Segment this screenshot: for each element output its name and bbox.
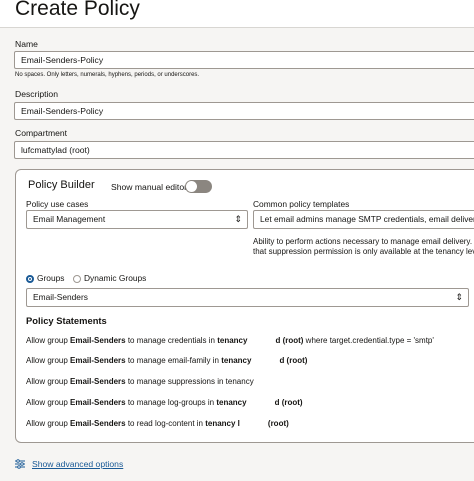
use-cases-label: Policy use cases <box>26 199 89 209</box>
compartment-label: Compartment <box>15 128 68 138</box>
up-down-chevron-icon: ⇕ <box>455 292 463 302</box>
policy-builder-title: Policy Builder <box>28 179 95 191</box>
name-input[interactable]: Email-Senders-Policy <box>14 51 474 69</box>
dynamic-groups-radio[interactable] <box>73 275 81 283</box>
description-label: Description <box>15 89 58 99</box>
advanced-options-label: Show advanced options <box>32 459 124 469</box>
page-title: Create Policy <box>15 0 140 20</box>
manual-editor-toggle[interactable] <box>185 180 212 193</box>
up-down-chevron-icon: ⇕ <box>234 214 242 224</box>
description-input[interactable]: Email-Senders-Policy <box>14 102 474 120</box>
manual-editor-label: Show manual editor <box>111 182 187 192</box>
group-select[interactable]: Email-Senders ⇕ <box>26 288 469 307</box>
templates-label: Common policy templates <box>253 199 350 209</box>
name-hint: No spaces. Only letters, numerals, hyphe… <box>15 72 200 78</box>
policy-statement: Allow group Email-Senders to manage log-… <box>26 398 303 407</box>
policy-statement: Allow group Email-Senders to manage emai… <box>26 356 308 365</box>
use-case-value: Email Management <box>33 214 106 224</box>
toggle-knob <box>186 181 197 192</box>
sliders-icon <box>15 459 25 469</box>
groups-radio[interactable] <box>26 275 34 283</box>
policy-statement: Allow group Email-Senders to manage cred… <box>26 336 434 345</box>
use-case-select[interactable]: Email Management ⇕ <box>26 210 248 229</box>
dynamic-groups-radio-label: Dynamic Groups <box>84 273 147 283</box>
groups-radio-label: Groups <box>37 273 65 283</box>
template-value: Let email admins manage SMTP credentials… <box>260 214 474 224</box>
name-label: Name <box>15 39 38 49</box>
policy-statement: Allow group Email-Senders to manage supp… <box>26 377 254 386</box>
policy-builder-panel: Policy Builder Show manual editor Policy… <box>15 169 474 443</box>
template-description-line-2: that suppression permission is only avai… <box>253 247 474 256</box>
group-value: Email-Senders <box>33 292 88 302</box>
template-select[interactable]: Let email admins manage SMTP credentials… <box>253 210 474 229</box>
policy-statements-title: Policy Statements <box>26 315 107 326</box>
compartment-select[interactable]: lufcmattylad (root) <box>14 141 474 159</box>
template-description-line-1: Ability to perform actions necessary to … <box>253 237 474 246</box>
policy-statement: Allow group Email-Senders to read log-co… <box>26 419 289 428</box>
